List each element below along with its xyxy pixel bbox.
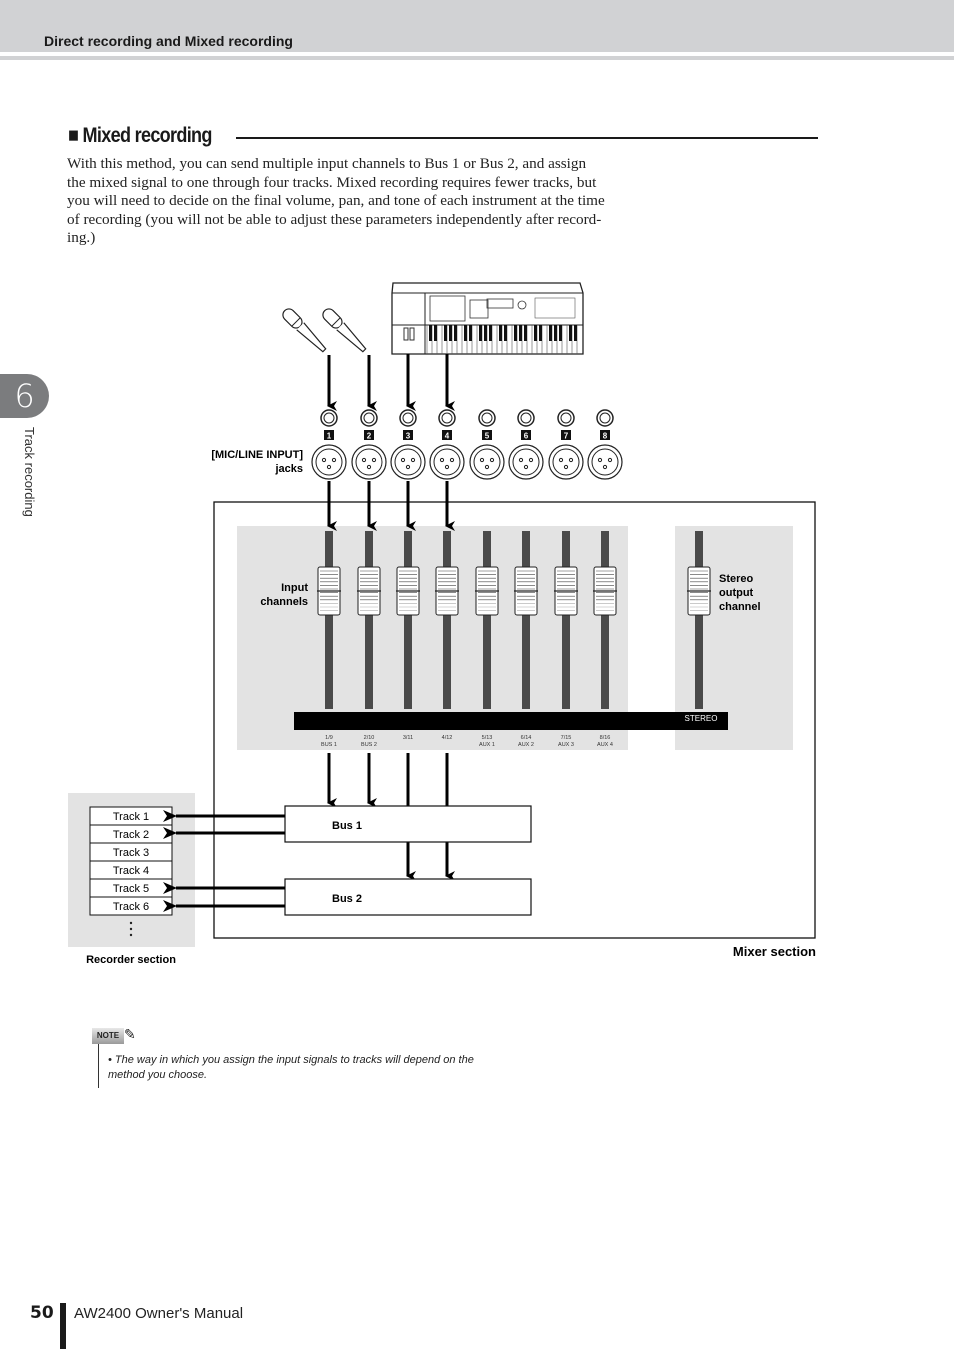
channel-assign-bus: BUS 1 [321, 742, 337, 748]
fader-track [365, 531, 373, 709]
channel-badge-number: 6 [524, 432, 529, 441]
track-label: Track 6 [113, 901, 149, 913]
xlr-jack-icon [351, 444, 387, 480]
phone-jack-icon [478, 409, 496, 427]
note-rule [98, 1044, 99, 1088]
fader-knob[interactable] [593, 566, 617, 616]
xlr-jack-icon [587, 444, 623, 480]
phone-jack-icon [596, 409, 614, 427]
manual-title: AW2400 Owner's Manual [74, 1305, 244, 1322]
channel-number-strip [294, 712, 728, 730]
xlr-jack-icon [469, 444, 505, 480]
channel-badge-number: 3 [406, 432, 411, 441]
channel-assign-bus: AUX 2 [518, 742, 534, 748]
channel-badge-number: 5 [485, 432, 490, 441]
mic-line-input-label: [MIC/LINE INPUT] [211, 449, 303, 461]
channel-assign-bus: AUX 3 [558, 742, 574, 748]
channel-assign: 2/10 [364, 735, 375, 741]
xlr-jack-icon [508, 444, 544, 480]
stereo-strip-label: STEREO [685, 714, 718, 723]
fader-track [562, 531, 570, 709]
mixer-section-label: Mixer section [733, 944, 816, 959]
bus-2-label: Bus 2 [332, 893, 362, 905]
channel-badge-number: 8 [603, 432, 608, 441]
track-cell: Track 5 [89, 878, 173, 898]
channel-assign-bus: BUS 2 [361, 742, 377, 748]
input-channels-label: channels [260, 596, 308, 608]
xlr-jack-icon [390, 444, 426, 480]
channel-assign: 4/12 [442, 735, 453, 741]
fader-knob[interactable] [396, 566, 420, 616]
footer-bar [60, 1303, 66, 1349]
recorder-section-label: Recorder section [86, 954, 176, 966]
channel-assign: 1/9 [325, 735, 333, 741]
note-badge: NOTE [92, 1028, 124, 1044]
channel-assign: 6/14 [521, 735, 532, 741]
phone-jack-icon [438, 409, 456, 427]
channel-assign: 8/16 [600, 735, 611, 741]
stereo-output-label: channel [719, 601, 761, 613]
stereo-output-label: Stereo [719, 573, 754, 585]
bus-2-box [284, 878, 532, 916]
fader-track [601, 531, 609, 709]
fader-track [695, 531, 703, 709]
ellipsis-dot [129, 921, 133, 925]
microphone-icon [322, 308, 367, 353]
phone-jack-icon [320, 409, 338, 427]
track-label: Track 4 [113, 865, 149, 877]
track-cell: Track 3 [89, 842, 173, 862]
fader-knob[interactable] [475, 566, 499, 616]
xlr-jack-icon [311, 444, 347, 480]
phone-jack-icon [517, 409, 535, 427]
bus-1-box [284, 805, 532, 843]
track-cell: Track 6 [89, 896, 173, 916]
channel-assign: 7/15 [561, 735, 572, 741]
track-cell: Track 2 [89, 824, 173, 844]
ellipsis-dot [129, 933, 133, 937]
channel-assign-bus: AUX 1 [479, 742, 495, 748]
fader-knob[interactable] [317, 566, 341, 616]
stereo-output-label: output [719, 587, 754, 599]
pencil-icon: ✎ [124, 1026, 136, 1042]
page-number: 50 [30, 1303, 54, 1323]
fader-track [404, 531, 412, 709]
fader-track [522, 531, 530, 709]
track-cell: Track 4 [89, 860, 173, 880]
xlr-jack-icon [429, 444, 465, 480]
bus-1-label: Bus 1 [332, 820, 362, 832]
keyboard-synth-icon [391, 282, 584, 355]
track-cell: Track 1 [89, 806, 173, 826]
channel-badge-number: 7 [564, 432, 569, 441]
signal-flow-diagram: 11131/9BUS 122142/10BUS 233153/1144164/1… [68, 282, 816, 966]
fader-track [443, 531, 451, 709]
microphone-icon [282, 308, 327, 353]
track-label: Track 3 [113, 847, 149, 859]
channel-assign-bus: AUX 4 [597, 742, 613, 748]
track-label: Track 1 [113, 811, 149, 823]
phone-jack-icon [557, 409, 575, 427]
channel-badge-number: 1 [327, 432, 332, 441]
fader-knob[interactable] [357, 566, 381, 616]
track-label: Track 5 [113, 883, 149, 895]
fader-knob[interactable] [554, 566, 578, 616]
track-label: Track 2 [113, 829, 149, 841]
phone-jack-icon [399, 409, 417, 427]
fader-track [325, 531, 333, 709]
channel-badge-number: 2 [367, 432, 372, 441]
fader-track [483, 531, 491, 709]
phone-jack-icon [360, 409, 378, 427]
xlr-jack-icon [548, 444, 584, 480]
fader-knob[interactable] [687, 566, 711, 616]
fader-knob[interactable] [435, 566, 459, 616]
mic-line-input-label: jacks [274, 463, 303, 475]
channel-assign: 5/13 [482, 735, 493, 741]
ellipsis-dot [129, 927, 133, 931]
note-text: • The way in which you assign the input … [108, 1054, 474, 1081]
channel-badge-number: 4 [445, 432, 450, 441]
channel-assign: 3/11 [403, 735, 413, 741]
input-channels-label: Input [281, 582, 308, 594]
fader-knob[interactable] [514, 566, 538, 616]
